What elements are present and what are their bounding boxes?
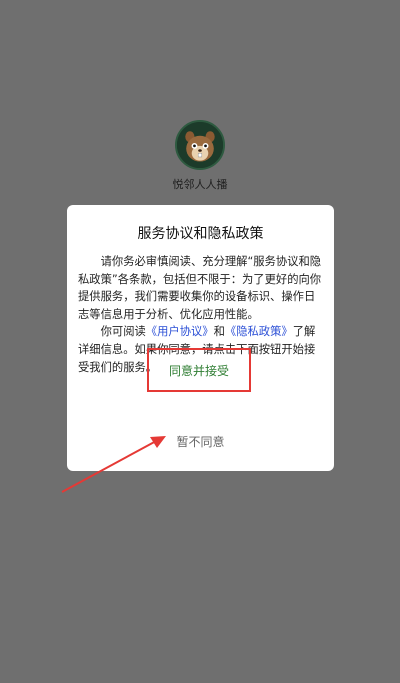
para2-prefix: 你可阅读 bbox=[100, 325, 146, 339]
agree-highlight-box: 同意并接受 bbox=[147, 348, 251, 392]
privacy-dialog: 服务协议和隐私政策 请你务必审慎阅读、充分理解“服务协议和隐私政策”各条款，包括… bbox=[67, 205, 334, 471]
app-name: 悦邻人人播 bbox=[172, 178, 228, 191]
dialog-paragraph-1: 请你务必审慎阅读、充分理解“服务协议和隐私政策”各条款，包括但不限于：为了更好的… bbox=[78, 255, 322, 321]
squirrel-avatar-icon bbox=[177, 122, 223, 168]
disagree-button[interactable]: 暂不同意 bbox=[67, 433, 334, 450]
dialog-title: 服务协议和隐私政策 bbox=[137, 226, 264, 242]
user-agreement-link[interactable]: 《用户协议》 bbox=[146, 325, 214, 338]
app-logo bbox=[175, 120, 225, 170]
screen: 悦邻人人播 服务协议和隐私政策 请你务必审慎阅读、充分理解“服务协议和隐私政策”… bbox=[0, 0, 400, 683]
para2-and: 和 bbox=[213, 325, 225, 339]
agree-button[interactable]: 同意并接受 bbox=[149, 350, 249, 390]
privacy-policy-link[interactable]: 《隐私政策》 bbox=[225, 325, 293, 338]
